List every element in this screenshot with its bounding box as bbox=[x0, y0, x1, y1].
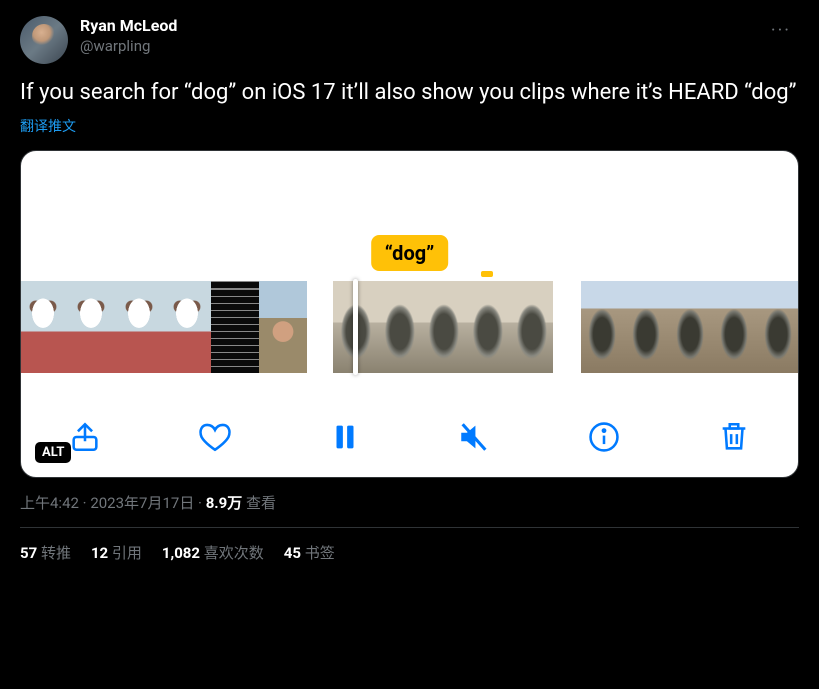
author-names[interactable]: Ryan McLeod @warpling bbox=[80, 16, 751, 56]
timeline-frame bbox=[20, 281, 67, 373]
pause-icon bbox=[328, 420, 362, 454]
stat-label: 书签 bbox=[301, 544, 335, 562]
tweet-body: If you search for “dog” on iOS 17 it’ll … bbox=[20, 78, 799, 108]
quotes-stat[interactable]: 12 引用 bbox=[91, 542, 142, 563]
timeline-frame bbox=[377, 281, 421, 373]
tweet-date: 2023年7月17日 bbox=[90, 494, 194, 512]
timeline-frame bbox=[163, 281, 211, 373]
timeline-frame bbox=[421, 281, 465, 373]
playhead[interactable] bbox=[353, 279, 358, 375]
likes-stat[interactable]: 1,082 喜欢次数 bbox=[162, 542, 264, 563]
translate-link[interactable]: 翻译推文 bbox=[20, 116, 76, 136]
stat-label: 转推 bbox=[37, 544, 71, 562]
mute-button[interactable] bbox=[454, 417, 494, 457]
tweet-stats: 57 转推 12 引用 1,082 喜欢次数 45 书签 bbox=[20, 542, 799, 563]
clip-group[interactable] bbox=[581, 281, 799, 373]
stat-label: 喜欢次数 bbox=[200, 544, 264, 562]
sep: · bbox=[194, 494, 205, 512]
stat-num: 57 bbox=[20, 544, 37, 562]
search-tag-label: “dog” bbox=[371, 235, 449, 271]
clip-group[interactable] bbox=[20, 281, 307, 373]
views-value: 8.9万 bbox=[206, 494, 243, 512]
avatar[interactable] bbox=[20, 16, 68, 64]
tweet-meta[interactable]: 上午4:42 · 2023年7月17日 · 8.9万 查看 bbox=[20, 492, 799, 513]
trash-icon bbox=[717, 420, 751, 454]
alt-badge[interactable]: ALT bbox=[35, 442, 71, 463]
display-name: Ryan McLeod bbox=[80, 16, 751, 37]
mute-icon bbox=[457, 420, 491, 454]
views-label: 查看 bbox=[242, 494, 276, 512]
tweet-header: Ryan McLeod @warpling ··· bbox=[20, 16, 799, 64]
share-icon bbox=[68, 420, 102, 454]
timeline-frame bbox=[465, 281, 509, 373]
pause-button[interactable] bbox=[325, 417, 365, 457]
stat-num: 45 bbox=[284, 544, 301, 562]
timeline-frame bbox=[509, 281, 553, 373]
timeline-frame bbox=[67, 281, 115, 373]
more-icon: ··· bbox=[771, 20, 791, 41]
tweet-time: 上午4:42 bbox=[20, 494, 79, 512]
handle: @warpling bbox=[80, 37, 751, 57]
bookmarks-stat[interactable]: 45 书签 bbox=[284, 542, 335, 563]
divider bbox=[20, 527, 799, 528]
more-button[interactable]: ··· bbox=[763, 16, 799, 45]
timeline-frame bbox=[625, 281, 669, 373]
timeline-frame bbox=[757, 281, 799, 373]
retweets-stat[interactable]: 57 转推 bbox=[20, 542, 71, 563]
timeline-frame bbox=[713, 281, 757, 373]
stat-num: 12 bbox=[91, 544, 108, 562]
playhead-marker bbox=[481, 271, 493, 277]
media-attachment[interactable]: “dog” bbox=[20, 150, 799, 478]
timeline-frame bbox=[115, 281, 163, 373]
heart-icon bbox=[198, 420, 232, 454]
info-button[interactable] bbox=[584, 417, 624, 457]
tweet: Ryan McLeod @warpling ··· If you search … bbox=[0, 0, 819, 563]
video-timeline[interactable] bbox=[21, 281, 798, 373]
clip-group[interactable] bbox=[333, 281, 553, 373]
timeline-frame bbox=[581, 281, 625, 373]
timeline-frame bbox=[211, 281, 259, 373]
timeline-frame bbox=[669, 281, 713, 373]
stat-num: 1,082 bbox=[162, 544, 200, 562]
media-toolbar bbox=[21, 417, 798, 457]
stat-label: 引用 bbox=[108, 544, 142, 562]
heart-button[interactable] bbox=[195, 417, 235, 457]
trash-button[interactable] bbox=[714, 417, 754, 457]
info-icon bbox=[587, 420, 621, 454]
sep: · bbox=[79, 494, 90, 512]
timeline-frame bbox=[259, 281, 307, 373]
